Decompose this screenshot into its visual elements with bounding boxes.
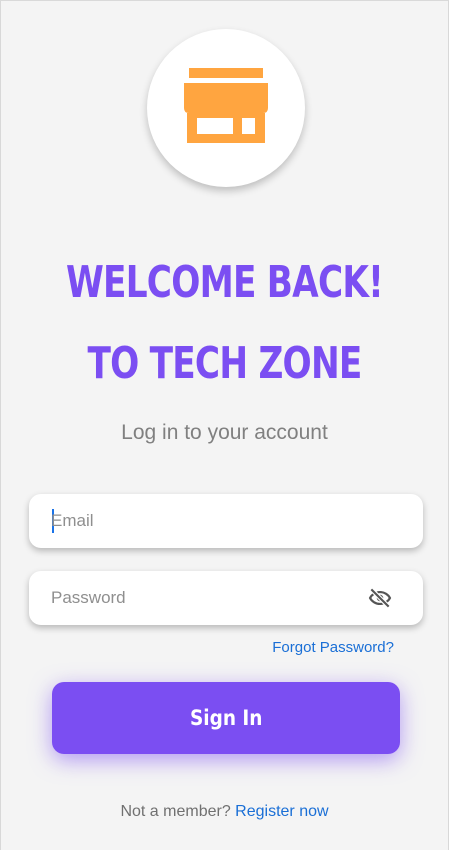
sign-in-label: Sign In <box>189 706 263 730</box>
not-member-text: Not a member? <box>120 803 231 820</box>
logo <box>147 29 305 187</box>
login-subtitle: Log in to your account <box>121 421 328 444</box>
password-field[interactable] <box>29 571 423 625</box>
sign-in-button[interactable]: Sign In <box>52 682 400 754</box>
eye-off-icon[interactable] <box>367 585 393 611</box>
storefront-icon <box>184 68 268 143</box>
forgot-password-link[interactable]: Forgot Password? <box>272 639 394 656</box>
register-link[interactable]: Register now <box>235 803 328 820</box>
welcome-title: WELCOME BACK! <box>65 257 384 308</box>
email-input[interactable] <box>51 494 371 548</box>
register-prompt: Not a member? Register now <box>0 803 449 821</box>
password-input[interactable] <box>51 571 371 625</box>
app-name-title: TO TECH ZONE <box>87 338 362 389</box>
email-field[interactable] <box>29 494 423 548</box>
